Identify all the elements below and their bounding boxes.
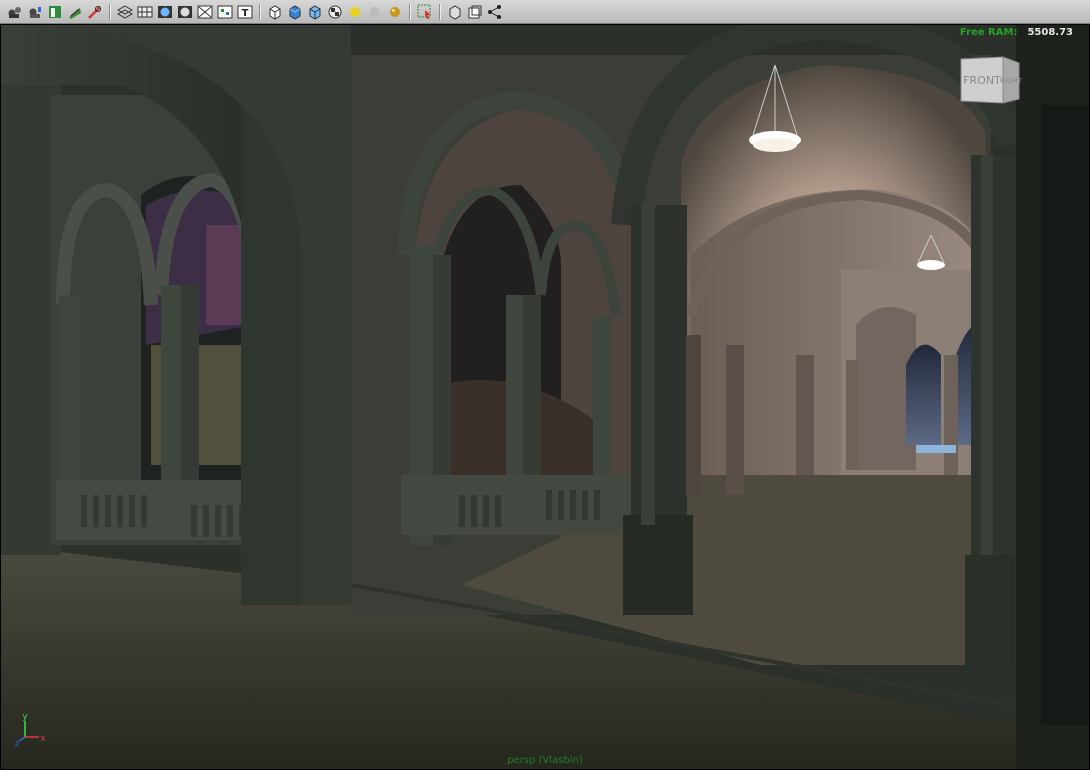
maya-viewport-window: T Free RAM: 5508.73 FRONT RIGHT y x z pe… bbox=[0, 0, 1090, 770]
isolate-icon[interactable] bbox=[216, 3, 234, 21]
checker-icon[interactable] bbox=[326, 3, 344, 21]
texture-icon[interactable]: T bbox=[236, 3, 254, 21]
toolbar-separator bbox=[409, 3, 411, 20]
camera-name-label: persp (Vlasbin) bbox=[507, 755, 583, 766]
grid-icon[interactable] bbox=[136, 3, 154, 21]
x-axis-label: x bbox=[40, 734, 46, 744]
toolbar-separator bbox=[439, 3, 441, 20]
svg-text:T: T bbox=[242, 8, 249, 19]
cube-shaded-icon[interactable] bbox=[286, 3, 304, 21]
free-ram-value: 5508.73 bbox=[1027, 27, 1073, 38]
view-cube-front-label[interactable]: FRONT bbox=[963, 74, 1001, 87]
use-default-light-icon[interactable] bbox=[346, 3, 364, 21]
perspective-viewport[interactable]: Free RAM: 5508.73 FRONT RIGHT y x z pers… bbox=[0, 24, 1090, 770]
toolbar-separator bbox=[109, 3, 111, 20]
toolbar-separator bbox=[259, 3, 261, 20]
free-ram-readout: Free RAM: 5508.73 bbox=[960, 27, 1073, 38]
y-axis-label: y bbox=[22, 712, 28, 722]
free-ram-label: Free RAM: bbox=[959, 27, 1018, 38]
z-axis-line bbox=[18, 736, 26, 742]
textured-icon[interactable] bbox=[176, 3, 194, 21]
backface-icon[interactable] bbox=[446, 3, 464, 21]
view-cube-right-label[interactable]: RIGHT bbox=[1000, 77, 1023, 85]
grease-pencil-icon[interactable] bbox=[86, 3, 104, 21]
rendered-scene bbox=[1, 25, 1089, 769]
shadows-icon[interactable] bbox=[366, 3, 384, 21]
select-tool-icon[interactable] bbox=[416, 3, 434, 21]
camera-bookmark-icon[interactable] bbox=[26, 3, 44, 21]
viewport-toolbar: T bbox=[0, 0, 1090, 24]
share-icon[interactable] bbox=[486, 3, 504, 21]
resolution-gate-icon[interactable] bbox=[466, 3, 484, 21]
xray-icon[interactable] bbox=[196, 3, 214, 21]
cube-wireframe-icon[interactable] bbox=[266, 3, 284, 21]
z-axis-label: z bbox=[15, 739, 19, 747]
wireframe-icon[interactable] bbox=[116, 3, 134, 21]
camera-attributes-icon[interactable] bbox=[6, 3, 24, 21]
2d-pan-zoom-icon[interactable] bbox=[66, 3, 84, 21]
screen-space-ao-icon[interactable] bbox=[386, 3, 404, 21]
cube-smooth-icon[interactable] bbox=[306, 3, 324, 21]
image-plane-icon[interactable] bbox=[46, 3, 64, 21]
view-cube[interactable]: FRONT RIGHT bbox=[959, 55, 1049, 105]
smooth-shade-icon[interactable] bbox=[156, 3, 174, 21]
axis-gizmo: y x z bbox=[13, 711, 49, 748]
